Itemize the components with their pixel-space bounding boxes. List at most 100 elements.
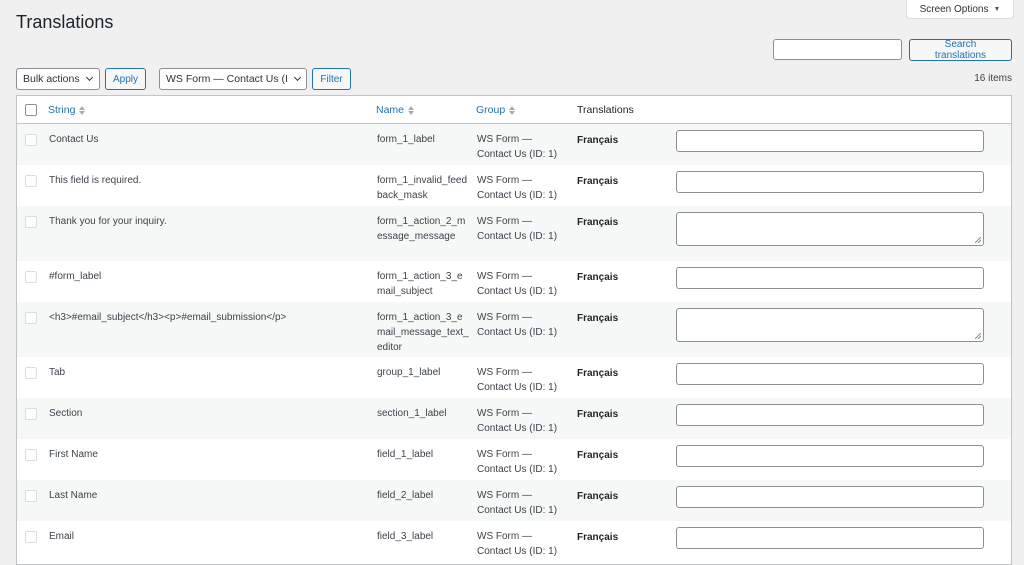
group-cell: WS Form — Contact Us (ID: 1) [477, 490, 558, 516]
column-header-group[interactable]: Group [476, 104, 516, 116]
language-label: Français [577, 135, 619, 146]
language-label: Français [577, 409, 619, 420]
bulk-actions-select[interactable]: Bulk actions [16, 68, 100, 90]
sort-icon [408, 105, 415, 115]
row-checkbox[interactable] [25, 408, 37, 420]
row-checkbox[interactable] [25, 216, 37, 228]
search-translations-button[interactable]: Search translations [909, 39, 1012, 61]
row-checkbox[interactable] [25, 531, 37, 543]
column-header-label: String [48, 104, 76, 116]
row-checkbox[interactable] [25, 449, 37, 461]
group-cell: WS Form — Contact Us (ID: 1) [477, 216, 558, 242]
table-body: Contact Us form_1_label WS Form — Contact … [17, 124, 1011, 562]
select-all-checkbox[interactable] [25, 104, 37, 116]
table-row: This field is required. form_1_invalid_fe… [17, 165, 1011, 206]
resize-handle-icon[interactable] [975, 333, 981, 339]
search-input[interactable] [773, 39, 902, 60]
row-checkbox[interactable] [25, 312, 37, 324]
name-cell: section_1_label [377, 408, 447, 419]
bulk-actions-selected: Bulk actions [23, 73, 80, 85]
screen-options-label: Screen Options [919, 3, 989, 15]
string-cell: Email [49, 531, 75, 542]
row-checkbox[interactable] [25, 271, 37, 283]
sort-icon [509, 105, 516, 115]
column-header-label: Name [376, 104, 405, 116]
group-cell: WS Form — Contact Us (ID: 1) [477, 449, 558, 475]
string-cell: Last Name [49, 490, 98, 501]
group-cell: WS Form — Contact Us (ID: 1) [477, 408, 558, 434]
language-label: Français [577, 176, 619, 187]
items-count: 16 items [974, 73, 1012, 84]
translation-input[interactable] [676, 527, 984, 549]
row-checkbox[interactable] [25, 367, 37, 379]
group-cell: WS Form — Contact Us (ID: 1) [477, 175, 558, 201]
language-label: Français [577, 491, 619, 502]
filter-button[interactable]: Filter [312, 68, 351, 90]
resize-handle-icon[interactable] [975, 237, 981, 243]
table-row: Last Name field_2_label WS Form — Contact … [17, 480, 1011, 521]
language-label: Français [577, 450, 619, 461]
string-cell: #form_label [49, 271, 102, 282]
screen-options-button[interactable]: Screen Options ▼ [906, 0, 1014, 19]
table-header: String Name Group Translations [17, 96, 1011, 124]
name-cell: field_1_label [377, 449, 434, 460]
column-header-translations: Translations [577, 104, 634, 116]
name-cell: field_3_label [377, 531, 434, 542]
translations-table: String Name Group Translations Contact U… [16, 95, 1012, 565]
language-label: Français [577, 272, 619, 283]
group-cell: WS Form — Contact Us (ID: 1) [477, 134, 558, 160]
name-cell: form_1_invalid_feedback_mask [377, 175, 468, 201]
translation-input[interactable] [676, 171, 984, 193]
name-cell: form_1_action_2_message_message [377, 216, 466, 242]
name-cell: group_1_label [377, 367, 441, 378]
column-header-label: Translations [577, 104, 634, 116]
string-cell: Tab [49, 367, 66, 378]
table-row: #form_label form_1_action_3_email_subject… [17, 261, 1011, 302]
table-row: Tab group_1_label WS Form — Contact Us (ID… [17, 357, 1011, 398]
name-cell: field_2_label [377, 490, 434, 501]
translation-textarea[interactable] [676, 308, 984, 342]
translation-input[interactable] [676, 445, 984, 467]
string-cell: Section [49, 408, 83, 419]
language-label: Français [577, 217, 619, 228]
table-row: Email field_3_label WS Form — Contact Us (… [17, 521, 1011, 562]
group-cell: WS Form — Contact Us (ID: 1) [477, 312, 558, 338]
column-header-label: Group [476, 104, 506, 116]
table-row: <h3>#email_subject</h3><p>#email_submiss… [17, 302, 1011, 357]
string-cell: Thank you for your inquiry. [49, 216, 167, 227]
table-row: Contact Us form_1_label WS Form — Contact … [17, 124, 1011, 165]
chevron-down-icon [85, 73, 93, 82]
group-cell: WS Form — Contact Us (ID: 1) [477, 367, 558, 393]
name-cell: form_1_label [377, 134, 435, 145]
translation-textarea[interactable] [676, 212, 984, 246]
table-row: First Name field_1_label WS Form — Contact… [17, 439, 1011, 480]
string-cell: This field is required. [49, 175, 142, 186]
string-cell: <h3>#email_subject</h3><p>#email_submiss… [49, 312, 287, 323]
column-header-string[interactable]: String [48, 104, 86, 116]
sort-icon [79, 105, 86, 115]
translation-input[interactable] [676, 267, 984, 289]
group-cell: WS Form — Contact Us (ID: 1) [477, 531, 558, 557]
group-filter-select[interactable]: WS Form — Contact Us (ID: 1) [159, 68, 307, 90]
translation-input[interactable] [676, 130, 984, 152]
name-cell: form_1_action_3_email_subject [377, 271, 463, 297]
table-row: Thank you for your inquiry. form_1_action… [17, 206, 1011, 261]
translation-input[interactable] [676, 363, 984, 385]
translation-input[interactable] [676, 486, 984, 508]
translation-input[interactable] [676, 404, 984, 426]
row-checkbox[interactable] [25, 134, 37, 146]
language-label: Français [577, 532, 619, 543]
table-row: Section section_1_label WS Form — Contact … [17, 398, 1011, 439]
row-checkbox[interactable] [25, 175, 37, 187]
page-title: Translations [16, 12, 114, 32]
chevron-down-icon [293, 73, 302, 82]
string-cell: Contact Us [49, 134, 99, 145]
group-filter-selected: WS Form — Contact Us (ID: 1) [166, 73, 288, 85]
apply-button[interactable]: Apply [105, 68, 146, 90]
name-cell: form_1_action_3_email_message_text_edito… [377, 312, 469, 353]
column-header-name[interactable]: Name [376, 104, 415, 116]
language-label: Français [577, 368, 619, 379]
row-checkbox[interactable] [25, 490, 37, 502]
caret-down-icon: ▼ [993, 5, 1001, 13]
string-cell: First Name [49, 449, 98, 460]
